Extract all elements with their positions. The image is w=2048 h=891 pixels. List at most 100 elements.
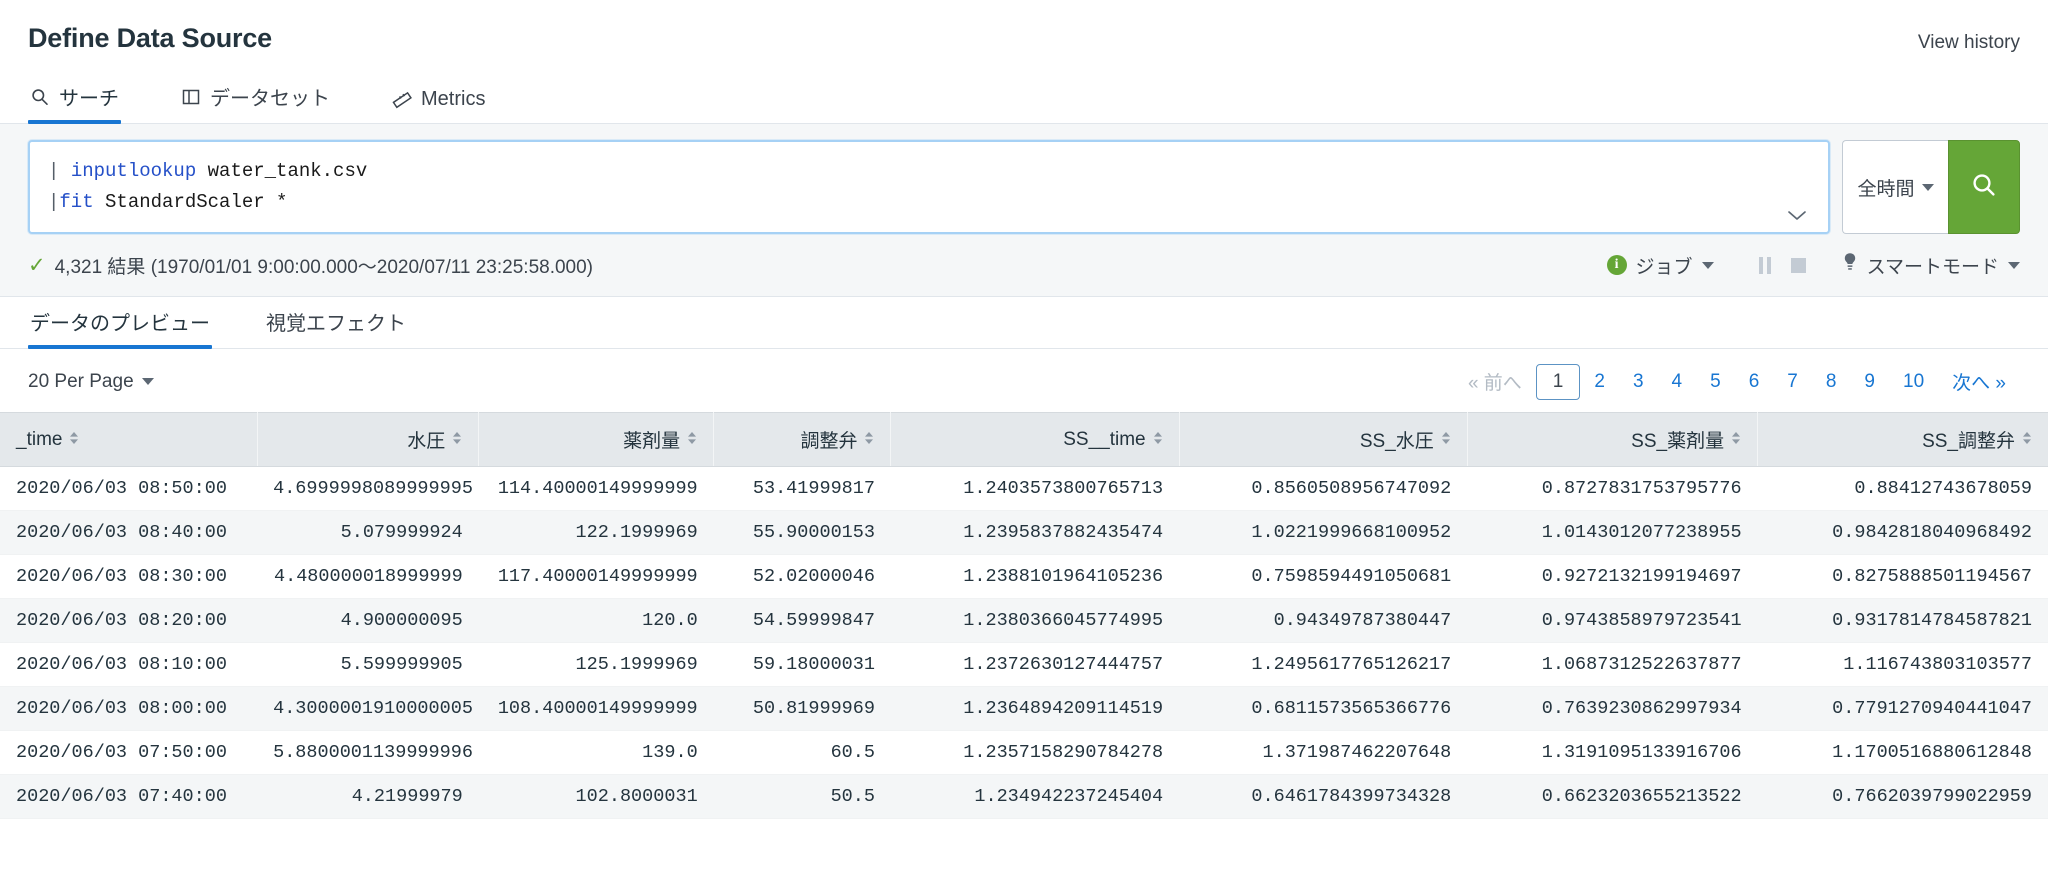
column-header-ss-chouseiben[interactable]: SS_調整弁 [1757,412,2048,467]
cell-ss-suiatsu: 1.0221999668100952 [1179,510,1468,555]
pagination-page-6[interactable]: 6 [1735,366,1774,398]
cell-ss-time: 1.2380366045774995 [890,598,1180,643]
cell-time: 2020/06/03 07:50:00 [0,730,258,775]
cell-ss-chouseiben: 1.1700516880612848 [1757,730,2048,775]
table-row[interactable]: 2020/06/03 07:40:00 4.21999979 102.80000… [0,774,2048,819]
stop-button[interactable] [1782,250,1816,280]
table-row[interactable]: 2020/06/03 08:30:00 4.480000018999999 11… [0,554,2048,599]
result-subtabs: データのプレビュー 視覚エフェクト [0,297,2048,349]
query-pipe-2: | [48,191,60,213]
magnifier-icon [1969,170,1999,205]
pagination-next[interactable]: 次へ » [1938,363,2020,400]
column-label: SS_調整弁 [1922,431,2015,452]
query-arg-2: StandardScaler * [93,191,288,213]
job-menu-button[interactable]: i ジョブ [1606,252,1714,279]
pagination-page-7[interactable]: 7 [1773,366,1812,398]
per-page-selector[interactable]: 20 Per Page [28,371,154,393]
table-row[interactable]: 2020/06/03 08:00:00 4.3000001910000005 1… [0,686,2048,731]
result-summary-text: 4,321 結果 (1970/01/01 9:00:00.000〜2020/07… [54,256,594,278]
cell-ss-chouseiben: 0.8275888501194567 [1757,554,2048,599]
pagination-page-5[interactable]: 5 [1696,366,1735,398]
cell-suiatsu: 4.6999998089999995 [257,466,479,511]
column-header-ss-suiatsu[interactable]: SS_水圧 [1179,412,1468,467]
table-row[interactable]: 2020/06/03 08:40:00 5.079999924 122.1999… [0,510,2048,555]
cell-time: 2020/06/03 08:40:00 [0,510,258,555]
column-header-suiatsu[interactable]: 水圧 [257,412,480,467]
cell-suiatsu: 4.21999979 [257,774,479,819]
cell-ss-suiatsu: 1.2495617765126217 [1179,642,1468,687]
query-command-fit: fit [59,191,94,213]
cell-chouseiben: 60.5 [713,730,891,775]
result-controls: i ジョブ スマートモード [1606,250,2020,280]
search-row: | inputlookup water_tank.csv |fit Standa… [0,124,2048,234]
cell-yakuzairyou: 117.40000149999999 [478,554,714,599]
column-label: _time [16,428,63,450]
cell-yakuzairyou: 122.1999969 [478,510,714,555]
chevron-down-icon[interactable] [1786,208,1808,222]
table-row[interactable]: 2020/06/03 08:10:00 5.599999905 125.1999… [0,642,2048,687]
column-header-yakuzairyou[interactable]: 薬剤量 [478,412,715,467]
column-header-time[interactable]: _time [0,412,258,467]
cell-ss-suiatsu: 0.7598594491050681 [1179,554,1468,599]
pause-button[interactable] [1748,250,1782,280]
metrics-ruler-icon [392,90,412,110]
page-header: Define Data Source View history [0,0,2048,54]
pagination-prev[interactable]: « 前へ [1454,363,1536,400]
column-header-ss-yakuzairyou[interactable]: SS_薬剤量 [1467,412,1759,467]
dataset-panel-icon [181,87,201,107]
caret-down-icon [1701,261,1714,269]
column-label: 調整弁 [800,431,858,452]
sort-icon [2022,429,2032,451]
pagination-page-10[interactable]: 10 [1889,366,1938,398]
table-header: _time 水圧 薬剤量 調整弁 SS__time SS_水圧 SS_薬剤量 S… [0,412,2048,467]
table-body: 2020/06/03 08:50:00 4.6999998089999995 1… [0,466,2048,819]
search-mode-selector[interactable]: スマートモード [1842,252,2020,279]
tab-search[interactable]: サーチ [28,82,121,124]
sort-icon [452,429,462,451]
pagination-page-8[interactable]: 8 [1812,366,1851,398]
cell-suiatsu: 4.480000018999999 [257,554,479,599]
pagination-page-3[interactable]: 3 [1619,366,1658,398]
column-label: SS_薬剤量 [1631,431,1725,452]
cell-ss-suiatsu: 0.6811573565366776 [1179,686,1468,731]
subtab-visualization[interactable]: 視覚エフェクト [264,307,408,348]
tab-dataset[interactable]: データセット [179,82,332,123]
cell-yakuzairyou: 120.0 [478,598,714,643]
view-history-link[interactable]: View history [1918,24,2020,54]
sort-icon [687,429,697,451]
table-row[interactable]: 2020/06/03 08:20:00 4.900000095 120.0 54… [0,598,2048,643]
table-row[interactable]: 2020/06/03 07:50:00 5.8800001139999996 1… [0,730,2048,775]
result-summary: ✓ 4,321 結果 (1970/01/01 9:00:00.000〜2020/… [28,252,593,279]
cell-ss-time: 1.2395837882435474 [890,510,1180,555]
tab-search-label: サーチ [59,88,119,110]
check-icon: ✓ [28,253,46,277]
results-table-container: _time 水圧 薬剤量 調整弁 SS__time SS_水圧 SS_薬剤量 S… [0,412,2048,819]
cell-chouseiben: 59.18000031 [713,642,891,687]
column-label: SS_水圧 [1359,431,1434,452]
page-title: Define Data Source [28,23,272,53]
pagination-page-2[interactable]: 2 [1580,366,1619,398]
run-search-button[interactable] [1948,140,2020,234]
pagination-page-9[interactable]: 9 [1850,366,1889,398]
sort-icon [1731,429,1741,451]
cell-chouseiben: 55.90000153 [713,510,891,555]
tab-metrics[interactable]: Metrics [390,88,487,123]
cell-chouseiben: 50.81999969 [713,686,891,731]
cell-chouseiben: 53.41999817 [713,466,891,511]
cell-ss-time: 1.2372630127444757 [890,642,1180,687]
cell-chouseiben: 52.02000046 [713,554,891,599]
caret-down-icon [141,378,154,385]
cell-yakuzairyou: 114.40000149999999 [478,466,714,511]
subtab-data-preview[interactable]: データのプレビュー [28,307,212,349]
cell-yakuzairyou: 108.40000149999999 [478,686,714,731]
cell-time: 2020/06/03 08:30:00 [0,554,258,599]
pagination-page-4[interactable]: 4 [1658,366,1697,398]
sort-icon [69,429,79,451]
column-header-ss-time[interactable]: SS__time [890,412,1180,467]
result-status-bar: ✓ 4,321 結果 (1970/01/01 9:00:00.000〜2020/… [0,234,2048,297]
table-row[interactable]: 2020/06/03 08:50:00 4.6999998089999995 1… [0,466,2048,511]
column-header-chouseiben[interactable]: 調整弁 [713,412,892,467]
pagination-page-1[interactable]: 1 [1535,363,1581,400]
search-input[interactable]: | inputlookup water_tank.csv |fit Standa… [28,140,1830,234]
time-range-picker[interactable]: 全時間 [1842,140,1948,234]
